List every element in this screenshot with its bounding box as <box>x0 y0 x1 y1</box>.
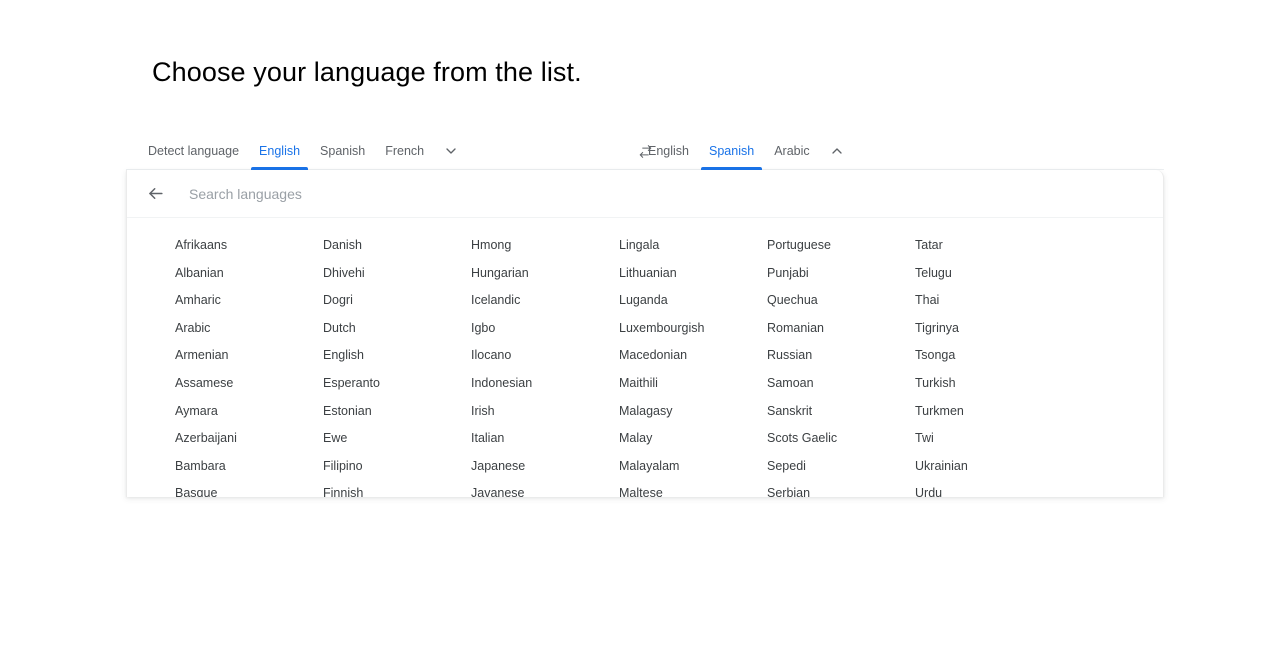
tab-detect-language[interactable]: Detect language <box>138 132 249 170</box>
search-row <box>127 170 1163 218</box>
language-option[interactable]: Basque <box>175 480 275 497</box>
language-option[interactable]: Esperanto <box>323 370 423 398</box>
chevron-up-icon[interactable] <box>820 132 854 170</box>
source-language-tabs: Detect language English Spanish French <box>138 132 468 170</box>
language-option[interactable]: Romanian <box>767 315 867 343</box>
chevron-down-icon[interactable] <box>434 132 468 170</box>
language-option[interactable]: Lingala <box>619 232 719 260</box>
language-option[interactable]: English <box>323 342 423 370</box>
language-option[interactable]: Luganda <box>619 287 719 315</box>
language-option[interactable]: Turkish <box>915 370 1015 398</box>
language-column: Hmong Hungarian Icelandic Igbo Ilocano Indone… <box>423 232 571 497</box>
language-option[interactable]: Irish <box>471 398 571 426</box>
language-option[interactable]: Tsonga <box>915 342 1015 370</box>
language-column: Portuguese Punjabi Quechua Romanian Russian S… <box>719 232 867 497</box>
language-option[interactable]: Luxembourgish <box>619 315 719 343</box>
language-option[interactable]: Albanian <box>175 260 275 288</box>
language-option[interactable]: Sanskrit <box>767 398 867 426</box>
language-option[interactable]: Hungarian <box>471 260 571 288</box>
language-option[interactable]: Scots Gaelic <box>767 425 867 453</box>
language-option[interactable]: Assamese <box>175 370 275 398</box>
tab-target-english[interactable]: English <box>638 132 699 170</box>
language-option[interactable]: Afrikaans <box>175 232 275 260</box>
language-option[interactable]: Italian <box>471 425 571 453</box>
language-option[interactable]: Malay <box>619 425 719 453</box>
arrow-left-icon[interactable] <box>137 176 173 212</box>
language-column: Tatar Telugu Thai Tigrinya Tsonga Turkish Turk… <box>867 232 1015 497</box>
tab-target-arabic[interactable]: Arabic <box>764 132 819 170</box>
language-option[interactable]: Javanese <box>471 480 571 497</box>
language-option[interactable]: Ukrainian <box>915 453 1015 481</box>
language-option[interactable]: Quechua <box>767 287 867 315</box>
language-option[interactable]: Danish <box>323 232 423 260</box>
language-tab-strip: Detect language English Spanish French E… <box>126 132 1164 170</box>
language-option[interactable]: Macedonian <box>619 342 719 370</box>
page-title: Choose your language from the list. <box>152 57 582 87</box>
language-column <box>1015 232 1163 497</box>
language-column: Afrikaans Albanian Amharic Arabic Armenian As… <box>127 232 275 497</box>
language-option[interactable]: Twi <box>915 425 1015 453</box>
language-option[interactable]: Tigrinya <box>915 315 1015 343</box>
language-column: Lingala Lithuanian Luganda Luxembourgish Mac… <box>571 232 719 497</box>
language-option[interactable]: Arabic <box>175 315 275 343</box>
language-option[interactable]: Estonian <box>323 398 423 426</box>
page-root: Choose your language from the list. Dete… <box>0 0 1272 646</box>
language-option[interactable]: Dhivehi <box>323 260 423 288</box>
language-option[interactable]: Maltese <box>619 480 719 497</box>
language-option[interactable]: Igbo <box>471 315 571 343</box>
language-option[interactable]: Punjabi <box>767 260 867 288</box>
tab-source-english[interactable]: English <box>249 132 310 170</box>
tab-source-spanish[interactable]: Spanish <box>310 132 375 170</box>
language-column: Danish Dhivehi Dogri Dutch English Esperanto E… <box>275 232 423 497</box>
language-option[interactable]: Indonesian <box>471 370 571 398</box>
language-option[interactable]: Azerbaijani <box>175 425 275 453</box>
language-option[interactable]: Russian <box>767 342 867 370</box>
language-option[interactable]: Urdu <box>915 480 1015 497</box>
language-option[interactable]: Icelandic <box>471 287 571 315</box>
language-option[interactable]: Lithuanian <box>619 260 719 288</box>
language-option[interactable]: Malagasy <box>619 398 719 426</box>
language-option[interactable]: Aymara <box>175 398 275 426</box>
tab-source-french[interactable]: French <box>375 132 434 170</box>
language-option[interactable]: Maithili <box>619 370 719 398</box>
language-grid: Afrikaans Albanian Amharic Arabic Armenian As… <box>127 218 1163 497</box>
language-option[interactable]: Hmong <box>471 232 571 260</box>
language-option[interactable]: Ilocano <box>471 342 571 370</box>
language-option[interactable]: Dogri <box>323 287 423 315</box>
language-option[interactable]: Finnish <box>323 480 423 497</box>
language-option[interactable]: Amharic <box>175 287 275 315</box>
language-option[interactable]: Ewe <box>323 425 423 453</box>
language-option[interactable]: Portuguese <box>767 232 867 260</box>
search-input[interactable] <box>187 178 1163 209</box>
language-option[interactable]: Tatar <box>915 232 1015 260</box>
language-option[interactable]: Turkmen <box>915 398 1015 426</box>
language-option[interactable]: Japanese <box>471 453 571 481</box>
language-option[interactable]: Bambara <box>175 453 275 481</box>
language-option[interactable]: Thai <box>915 287 1015 315</box>
language-picker-panel: AfrikaansAlbanianAmharicArabicArmenianAs… <box>126 170 1164 497</box>
target-language-tabs: English Spanish Arabic <box>638 132 854 170</box>
language-option[interactable]: Filipino <box>323 453 423 481</box>
language-option[interactable]: Dutch <box>323 315 423 343</box>
language-option[interactable]: Malayalam <box>619 453 719 481</box>
language-option[interactable]: Telugu <box>915 260 1015 288</box>
language-option[interactable]: Samoan <box>767 370 867 398</box>
tab-target-spanish[interactable]: Spanish <box>699 132 764 170</box>
language-option[interactable]: Sepedi <box>767 453 867 481</box>
language-option[interactable]: Serbian <box>767 480 867 497</box>
language-option[interactable]: Armenian <box>175 342 275 370</box>
